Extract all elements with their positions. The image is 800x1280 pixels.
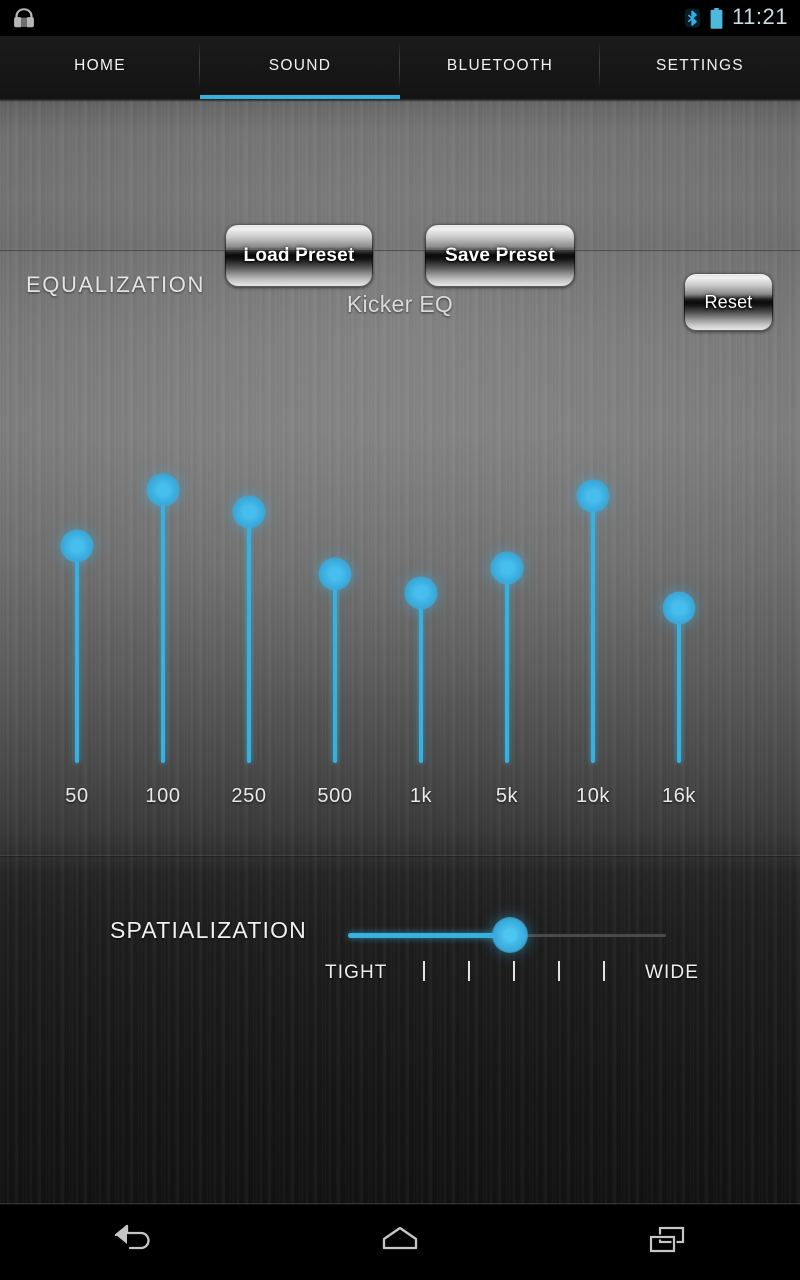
load-preset-label: Load Preset <box>243 244 355 266</box>
back-arrow-icon <box>108 1222 158 1263</box>
eq-track-10k <box>591 496 595 763</box>
eq-track-1k <box>419 592 423 763</box>
eq-thumb-500[interactable] <box>318 557 352 591</box>
eq-frequency-label-10k: 10k <box>575 785 611 807</box>
eq-thumb-10k[interactable] <box>576 479 610 513</box>
spatialization-tick-3 <box>513 961 515 981</box>
eq-slider-250[interactable] <box>206 420 292 780</box>
eq-slider-10k[interactable] <box>550 420 636 780</box>
eq-app-screen: 11:21 HOME SOUND BLUETOOTH SETTINGS Load… <box>0 0 800 1280</box>
eq-slider-1k[interactable] <box>378 420 464 780</box>
tab-bluetooth-label: BLUETOOTH <box>446 56 554 74</box>
eq-thumb-1k[interactable] <box>404 576 438 609</box>
spatialization-scale: TIGHT WIDE <box>0 958 800 988</box>
eq-slider-16k[interactable] <box>636 420 722 780</box>
eq-frequency-label-5k: 5k <box>495 785 519 807</box>
eq-slider-500[interactable] <box>292 420 378 780</box>
status-bar: 11:21 <box>0 0 800 36</box>
status-clock: 11:21 <box>732 4 788 29</box>
section-divider-bottom <box>0 855 800 857</box>
system-nav-bar <box>0 1205 800 1280</box>
home-icon <box>375 1222 425 1263</box>
eq-track-16k <box>677 608 681 763</box>
tab-home-label: HOME <box>74 56 126 74</box>
eq-thumb-16k[interactable] <box>662 591 696 625</box>
eq-slider-5k[interactable] <box>464 420 550 780</box>
bluetooth-icon <box>684 8 701 28</box>
eq-track-500 <box>333 573 337 763</box>
spatialization-wide-label: WIDE <box>645 962 700 983</box>
spatialization-tick-5 <box>603 961 605 981</box>
eq-frequency-label-500: 500 <box>317 785 353 807</box>
equalizer-slider-group <box>0 420 800 780</box>
eq-slider-100[interactable] <box>120 420 206 780</box>
nav-back-button[interactable] <box>73 1205 193 1280</box>
load-preset-button[interactable]: Load Preset <box>225 224 373 287</box>
spatialization-thumb[interactable] <box>492 917 529 953</box>
eq-frequency-label-50: 50 <box>65 785 89 807</box>
eq-thumb-250[interactable] <box>232 495 266 529</box>
eq-frequency-label-16k: 16k <box>661 785 697 807</box>
equalization-title: EQUALIZATION <box>26 272 205 297</box>
spatialization-tick-2 <box>468 961 470 981</box>
battery-full-icon <box>710 7 723 29</box>
eq-track-250 <box>247 511 251 763</box>
nav-recents-button[interactable] <box>607 1205 727 1280</box>
preset-header: Load Preset Save Preset Kicker EQ <box>0 99 800 317</box>
tab-bluetooth[interactable]: BLUETOOTH <box>400 36 600 99</box>
tab-sound-label: SOUND <box>268 56 332 74</box>
eq-track-5k <box>505 567 509 763</box>
nav-home-button[interactable] <box>340 1205 460 1280</box>
tab-home[interactable]: HOME <box>0 36 200 99</box>
reset-label: Reset <box>704 291 753 312</box>
headphones-icon <box>10 4 40 32</box>
eq-thumb-5k[interactable] <box>490 551 524 585</box>
spatialization-slider[interactable] <box>348 917 666 954</box>
tab-sound[interactable]: SOUND <box>200 36 400 99</box>
recent-apps-icon <box>642 1222 692 1263</box>
eq-track-100 <box>161 490 165 763</box>
eq-thumb-100[interactable] <box>146 473 180 507</box>
save-preset-button[interactable]: Save Preset <box>425 224 575 287</box>
eq-slider-50[interactable] <box>34 420 120 780</box>
tab-settings-label: SETTINGS <box>656 56 744 74</box>
eq-thumb-50[interactable] <box>60 529 94 563</box>
section-divider-top <box>0 249 800 251</box>
tab-settings[interactable]: SETTINGS <box>600 36 800 99</box>
tab-bar: HOME SOUND BLUETOOTH SETTINGS <box>0 36 800 99</box>
spatialization-title: SPATIALIZATION <box>110 917 307 943</box>
spatialization-tick-1 <box>423 961 425 981</box>
status-icons-group: 11:21 <box>684 0 788 36</box>
eq-frequency-label-1k: 1k <box>409 785 433 807</box>
reset-button[interactable]: Reset <box>684 273 773 331</box>
eq-frequency-label-250: 250 <box>231 785 267 807</box>
eq-track-50 <box>75 546 79 763</box>
spatialization-track-fill <box>348 933 511 938</box>
spatialization-tick-4 <box>558 961 560 981</box>
eq-frequency-label-100: 100 <box>145 785 181 807</box>
equalizer-frequency-labels: 50 100 250 500 1k 5k 10k 16k <box>0 785 800 815</box>
spatialization-tight-label: TIGHT <box>325 962 388 983</box>
save-preset-label: Save Preset <box>445 244 555 266</box>
